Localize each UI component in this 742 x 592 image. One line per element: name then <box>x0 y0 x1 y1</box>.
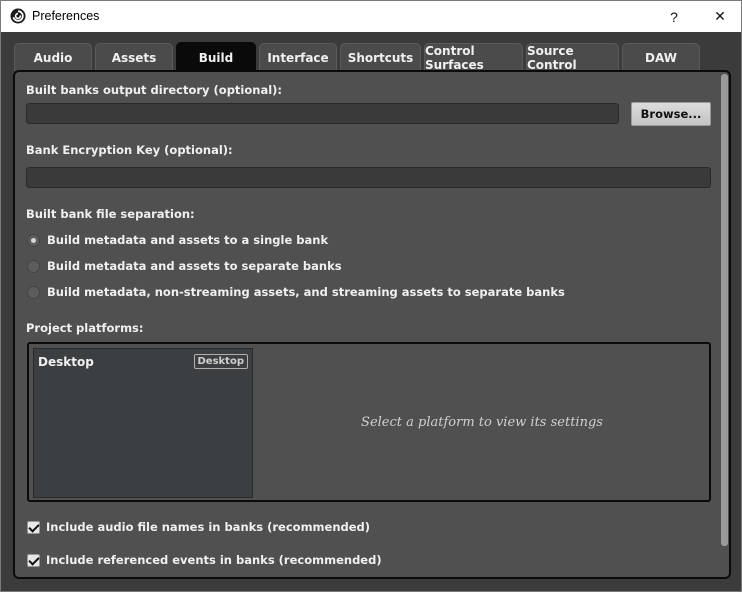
tab-interface[interactable]: Interface <box>259 43 337 71</box>
window-title: Preferences <box>32 9 100 23</box>
browse-button[interactable]: Browse... <box>631 102 711 126</box>
include-events-option[interactable]: Include referenced events in banks (reco… <box>27 551 382 569</box>
tab-label: Interface <box>267 50 329 65</box>
close-icon: ✕ <box>714 8 726 24</box>
tab-build[interactable]: Build <box>176 42 256 72</box>
tab-label: Build <box>198 51 234 65</box>
include-filenames-option[interactable]: Include audio file names in banks (recom… <box>27 518 370 536</box>
radio-label: Build metadata and assets to separate ba… <box>47 259 342 273</box>
tab-strip: Audio Assets Build Interface Shortcuts C… <box>1 32 741 72</box>
close-button[interactable]: ✕ <box>697 1 742 32</box>
radio-separate-banks[interactable]: Build metadata and assets to separate ba… <box>27 257 342 275</box>
fmod-logo-icon <box>10 8 26 24</box>
preferences-window: Preferences ? ✕ Audio Assets Build Inter… <box>0 0 742 592</box>
radio-streaming-separate[interactable]: Build metadata, non-streaming assets, an… <box>27 283 565 301</box>
build-settings-panel: Built banks output directory (optional):… <box>13 70 731 579</box>
platforms-box: Desktop Desktop Select a platform to vie… <box>27 342 711 502</box>
title-bar[interactable]: Preferences ? ✕ <box>1 1 741 32</box>
platform-settings-hint: Select a platform to view its settings <box>361 414 603 430</box>
platform-name: Desktop <box>38 355 94 369</box>
separation-label: Built bank file separation: <box>26 207 195 221</box>
platform-list: Desktop Desktop <box>33 348 253 498</box>
tab-control-surfaces[interactable]: Control Surfaces <box>424 43 523 72</box>
tab-label: Shortcuts <box>347 50 414 65</box>
browse-button-label: Browse... <box>640 107 702 121</box>
tab-daw[interactable]: DAW <box>622 43 700 71</box>
include-filenames-label: Include audio file names in banks (recom… <box>46 520 371 534</box>
platforms-label: Project platforms: <box>26 321 144 335</box>
tab-label: DAW <box>645 50 677 65</box>
radio-button[interactable] <box>27 233 40 247</box>
include-filenames-checkbox[interactable] <box>27 520 40 534</box>
tab-label: Audio <box>33 50 73 65</box>
radio-button[interactable] <box>27 259 40 273</box>
radio-button[interactable] <box>27 285 40 299</box>
output-dir-label: Built banks output directory (optional): <box>26 83 283 97</box>
tab-label: Assets <box>111 50 157 65</box>
include-events-label: Include referenced events in banks (reco… <box>46 553 382 567</box>
radio-single-bank[interactable]: Build metadata and assets to a single ba… <box>27 231 328 249</box>
radio-label: Build metadata, non-streaming assets, an… <box>47 285 565 299</box>
radio-label: Build metadata and assets to a single ba… <box>47 233 329 247</box>
output-dir-field[interactable] <box>26 103 619 124</box>
vertical-scrollbar[interactable] <box>721 74 728 546</box>
help-icon: ? <box>670 8 678 25</box>
tab-shortcuts[interactable]: Shortcuts <box>340 43 421 71</box>
tab-label: Control Surfaces <box>425 43 484 72</box>
encryption-key-field[interactable] <box>26 167 711 188</box>
include-events-checkbox[interactable] <box>27 553 40 567</box>
tab-assets[interactable]: Assets <box>95 43 173 71</box>
tab-label: Source Control <box>527 43 577 72</box>
tab-source-control[interactable]: Source Control <box>526 43 619 72</box>
tab-audio[interactable]: Audio <box>14 43 92 71</box>
platform-tag: Desktop <box>193 354 248 369</box>
encryption-key-label: Bank Encryption Key (optional): <box>26 143 233 157</box>
help-button[interactable]: ? <box>651 1 697 32</box>
